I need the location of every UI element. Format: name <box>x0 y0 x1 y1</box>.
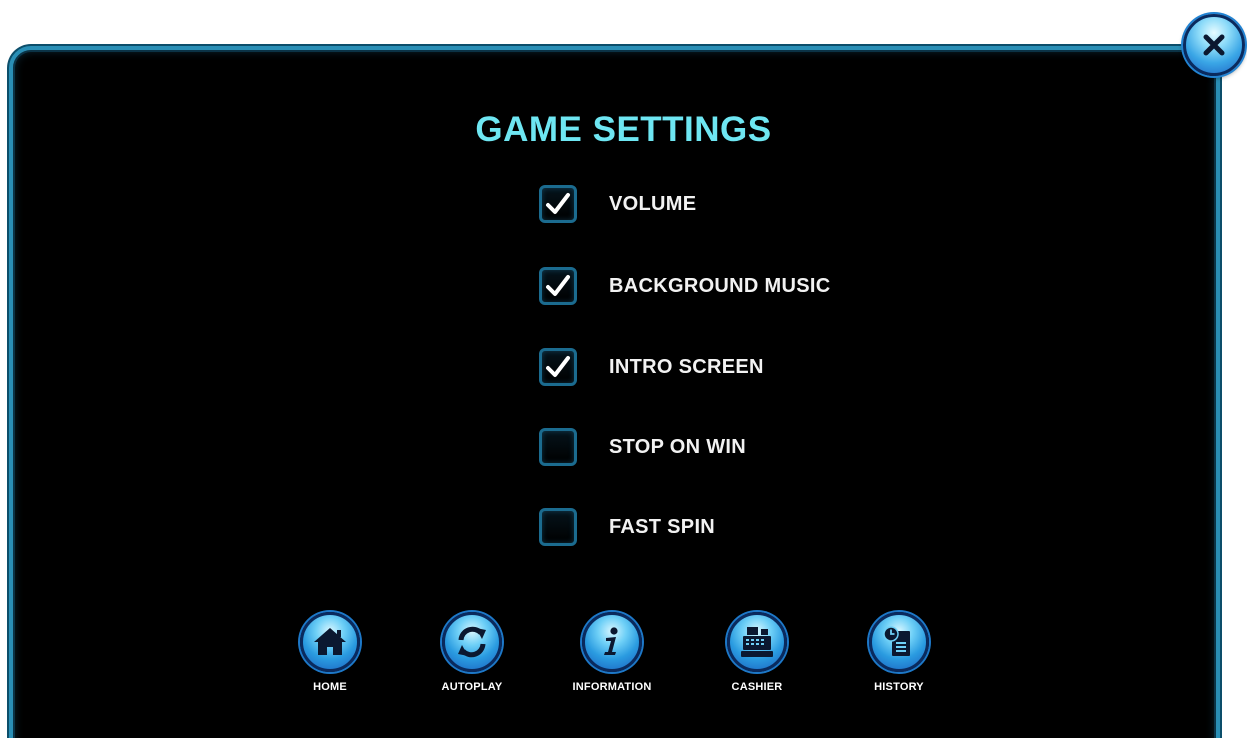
option-label: VOLUME <box>609 192 697 215</box>
option-stop-on-win[interactable]: STOP ON WIN <box>539 424 746 470</box>
option-label: BACKGROUND MUSIC <box>609 274 831 297</box>
autoplay-button[interactable]: AUTOPLAY <box>412 612 532 693</box>
option-label: INTRO SCREEN <box>609 355 764 378</box>
nav-label: AUTOPLAY <box>441 681 503 693</box>
autoplay-icon[interactable] <box>442 612 502 672</box>
nav-label: HISTORY <box>874 681 924 693</box>
page-title: GAME SETTINGS <box>475 110 772 149</box>
intro-screen-checkbox[interactable] <box>539 348 577 386</box>
home-icon[interactable] <box>300 612 360 672</box>
background-music-checkbox[interactable] <box>539 267 577 305</box>
nav-label: INFORMATION <box>572 681 652 693</box>
checkmark-icon <box>546 275 570 296</box>
option-volume[interactable]: VOLUME <box>539 181 696 227</box>
checkmark-icon <box>546 193 570 214</box>
game-settings-screen: GAME SETTINGS VOLUME BACKGROUND MUSIC IN… <box>0 0 1247 738</box>
close-button[interactable] <box>1183 14 1245 76</box>
home-button[interactable]: HOME <box>270 612 390 693</box>
close-icon <box>1203 34 1225 56</box>
information-button[interactable]: INFORMATION <box>552 612 672 693</box>
option-intro-screen[interactable]: INTRO SCREEN <box>539 344 764 390</box>
checkmark-icon <box>546 356 570 377</box>
cash-register-icon[interactable] <box>727 612 787 672</box>
stop-on-win-checkbox[interactable] <box>539 428 577 466</box>
history-button[interactable]: HISTORY <box>839 612 959 693</box>
option-fast-spin[interactable]: FAST SPIN <box>539 504 715 550</box>
information-icon[interactable] <box>582 612 642 672</box>
nav-label: CASHIER <box>731 681 783 693</box>
history-icon[interactable] <box>869 612 929 672</box>
cashier-button[interactable]: CASHIER <box>697 612 817 693</box>
bottom-nav: HOME AUTOPLAY INFORMATION CASHIER HISTOR… <box>0 612 1247 712</box>
option-background-music[interactable]: BACKGROUND MUSIC <box>539 263 830 309</box>
volume-checkbox[interactable] <box>539 185 577 223</box>
fast-spin-checkbox[interactable] <box>539 508 577 546</box>
option-label: FAST SPIN <box>609 515 716 538</box>
nav-label: HOME <box>313 681 347 693</box>
option-label: STOP ON WIN <box>609 435 747 458</box>
